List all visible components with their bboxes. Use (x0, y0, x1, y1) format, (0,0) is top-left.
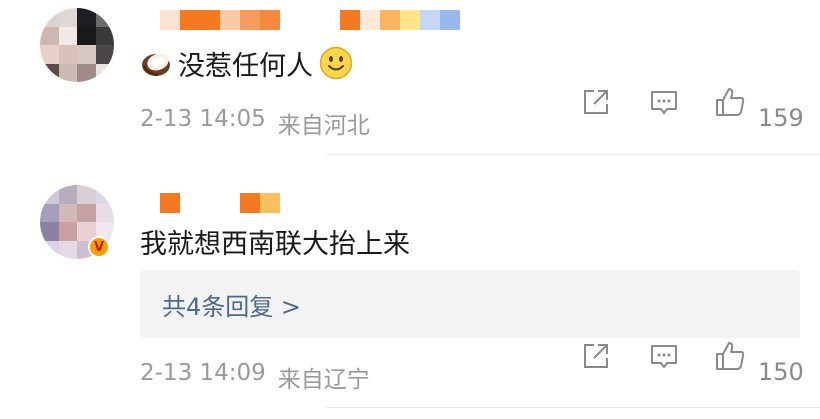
replies-box: 共4条回复 > (140, 270, 800, 338)
comment-location: 来自辽宁 (277, 367, 370, 393)
verified-badge: V (88, 236, 110, 258)
masked-username[interactable] (160, 193, 280, 213)
like-count: 150 (758, 358, 804, 386)
share-icon (584, 344, 608, 368)
like-icon (716, 342, 745, 370)
comment-item: V 我就想西南联大抬上来 共4条回复 > 2-13 14:09 来自辽宁 150 (0, 0, 820, 408)
comment-meta: 2-13 14:09 来自辽宁 (140, 360, 370, 394)
comment-text: 我就想西南联大抬上来 (140, 222, 410, 260)
like-button[interactable] (714, 340, 746, 372)
comment-button[interactable] (648, 340, 680, 372)
view-replies-link[interactable]: 共4条回复 > (162, 287, 301, 322)
comment-date: 2-13 14:09 (140, 360, 266, 386)
comment-icon (651, 345, 677, 368)
comment-body: 我就想西南联大抬上来 (140, 228, 410, 260)
divider (326, 407, 820, 408)
share-button[interactable] (580, 340, 612, 372)
